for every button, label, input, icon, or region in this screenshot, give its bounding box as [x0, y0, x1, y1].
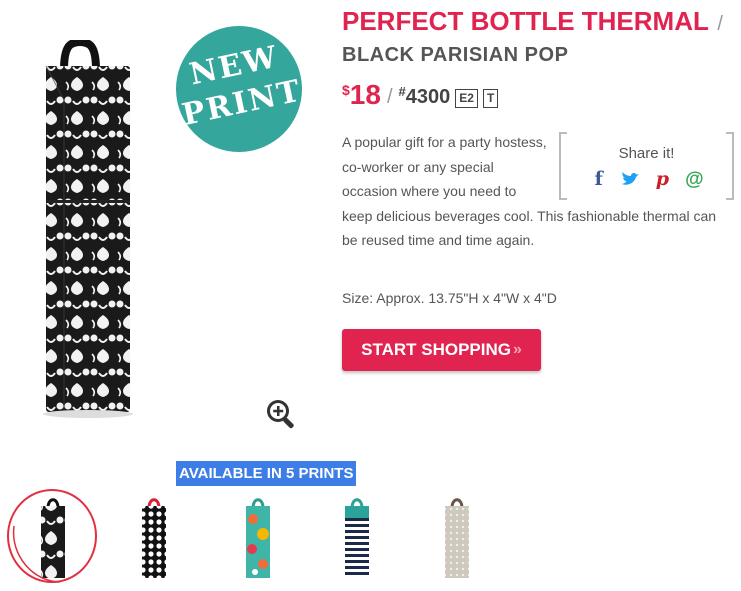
price-value: 18: [349, 79, 381, 110]
pinterest-icon[interactable]: p: [649, 168, 675, 190]
print-thumbnail-navy-stripe[interactable]: [342, 494, 372, 580]
product-description: Share it! f p @ A popular gift for a par…: [342, 130, 734, 253]
zoom-icon[interactable]: [264, 397, 298, 431]
start-shopping-label: START SHOPPING: [361, 340, 511, 359]
title-slash: /: [717, 13, 723, 35]
code-e2-badge: E2: [455, 89, 478, 108]
product-title: PERFECT BOTTLE THERMAL: [342, 6, 709, 36]
email-icon[interactable]: @: [681, 169, 707, 191]
share-icons: f p @: [559, 168, 734, 193]
print-thumbnail-black-dot[interactable]: [139, 494, 169, 580]
product-image: [43, 40, 133, 418]
chevron-right-icon: »: [512, 341, 522, 358]
size-text: Size: Approx. 13.75"H x 4"W x 4"D: [342, 290, 557, 306]
print-thumbnail-black-parisian-pop[interactable]: [38, 494, 68, 580]
price-separator: /: [386, 86, 393, 108]
facebook-icon[interactable]: f: [586, 168, 612, 190]
available-prints-label: AVAILABLE IN 5 PRINTS: [176, 461, 357, 486]
start-shopping-button[interactable]: START SHOPPING »: [342, 329, 541, 371]
share-title: Share it!: [618, 145, 675, 162]
print-thumbnail-floral[interactable]: [243, 494, 273, 580]
new-print-badge: NEW PRINT: [164, 14, 314, 164]
item-hash: #: [398, 84, 406, 99]
item-number: 4300: [405, 86, 451, 108]
price-currency: $: [342, 82, 350, 98]
print-name: BLACK PARISIAN POP: [342, 44, 569, 66]
print-thumbnail-taupe[interactable]: [442, 494, 472, 580]
price-line: $ 18 / # 4300 E2 T: [342, 79, 499, 110]
code-t-badge: T: [482, 89, 499, 108]
twitter-icon[interactable]: [618, 169, 644, 191]
share-box: Share it! f p @: [559, 130, 734, 202]
title-line: PERFECT BOTTLE THERMAL /: [342, 6, 723, 37]
